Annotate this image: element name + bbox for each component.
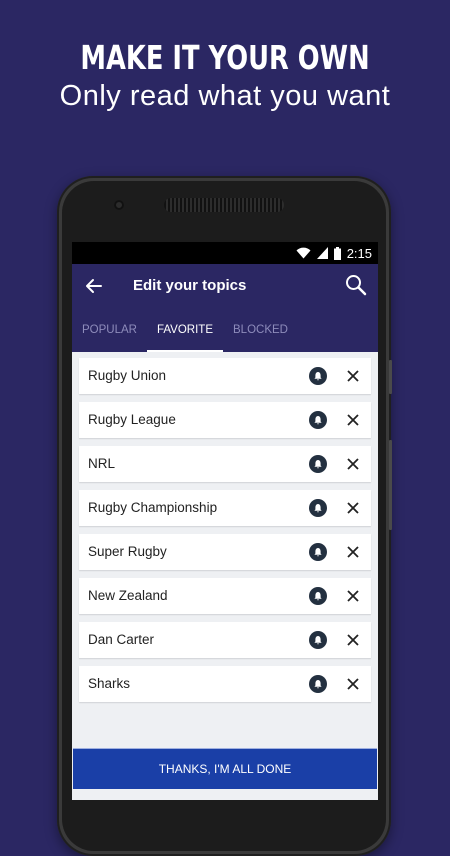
close-icon[interactable] (347, 458, 359, 470)
status-time: 2:15 (346, 245, 372, 261)
topic-label: Rugby Union (88, 368, 167, 383)
close-icon[interactable] (347, 546, 359, 558)
battery-icon (333, 246, 341, 260)
list-item: Rugby Championship (79, 490, 371, 526)
close-icon[interactable] (347, 678, 359, 690)
tab-popular[interactable]: POPULAR (72, 308, 147, 352)
tab-blocked[interactable]: BLOCKED (223, 308, 298, 352)
list-item: NRL (79, 446, 371, 482)
close-icon[interactable] (347, 370, 359, 382)
tab-favorite[interactable]: FAVORITE (146, 308, 224, 352)
power-button (389, 440, 392, 530)
notification-bell-icon[interactable] (309, 499, 327, 517)
notification-bell-icon[interactable] (309, 631, 327, 649)
signal-icon (316, 247, 328, 259)
list-item: Rugby League (79, 402, 371, 438)
topic-label: Rugby League (88, 412, 176, 427)
notification-bell-icon[interactable] (309, 367, 327, 385)
promo-headline: MAKE IT YOUR OWN (80, 38, 370, 77)
topic-tabs: POPULAR FAVORITE BLOCKED (72, 308, 378, 352)
notification-bell-icon[interactable] (309, 675, 327, 693)
app-bar: Edit your topics (72, 264, 378, 308)
topic-label: Super Rugby (88, 544, 167, 559)
notification-bell-icon[interactable] (309, 587, 327, 605)
earpiece-speaker (164, 198, 284, 212)
list-item: Super Rugby (79, 534, 371, 570)
search-icon[interactable] (344, 273, 368, 297)
close-icon[interactable] (347, 502, 359, 514)
wifi-icon (296, 247, 311, 259)
front-camera (114, 200, 124, 210)
topic-label: New Zealand (88, 588, 168, 603)
arrow-left-icon[interactable] (84, 276, 104, 296)
topic-label: Rugby Championship (88, 500, 218, 515)
status-bar: 2:15 (72, 242, 378, 264)
list-item: Rugby Union (79, 358, 371, 394)
notification-bell-icon[interactable] (309, 411, 327, 429)
topic-label: Dan Carter (88, 632, 155, 647)
promo-subline: Only read what you want (59, 80, 391, 112)
app-screen: 2:15 Edit your topics POPULAR FAVORITE B… (72, 242, 378, 800)
close-icon[interactable] (347, 414, 359, 426)
page-title: Edit your topics (133, 277, 247, 294)
list-item: Sharks (79, 666, 371, 702)
notification-bell-icon[interactable] (309, 455, 327, 473)
list-item: New Zealand (79, 578, 371, 614)
topic-label: Sharks (88, 676, 131, 691)
volume-button (389, 360, 392, 394)
done-button[interactable]: THANKS, I'M ALL DONE (73, 748, 377, 789)
notification-bell-icon[interactable] (309, 543, 327, 561)
close-icon[interactable] (347, 590, 359, 602)
topic-label: NRL (88, 456, 116, 471)
close-icon[interactable] (347, 634, 359, 646)
list-item: Dan Carter (79, 622, 371, 658)
